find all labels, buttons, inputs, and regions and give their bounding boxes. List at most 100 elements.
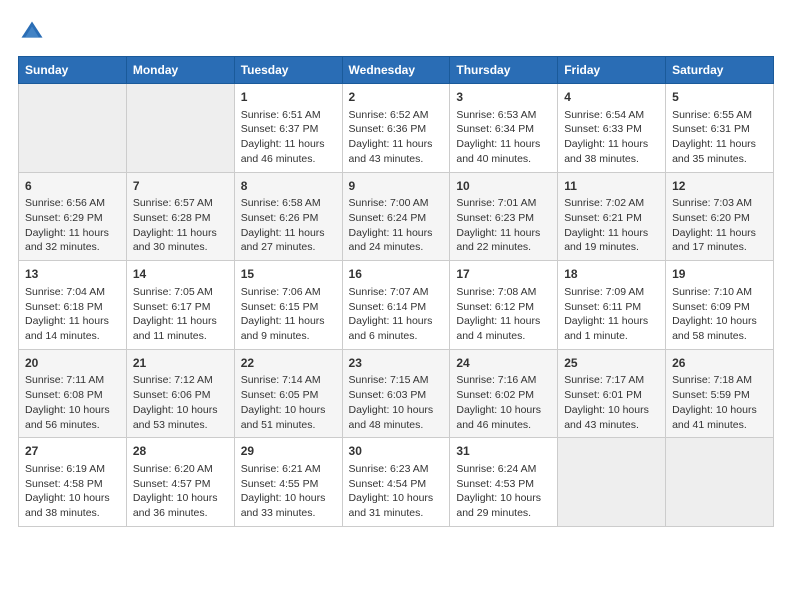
- calendar-cell: 24Sunrise: 7:16 AMSunset: 6:02 PMDayligh…: [450, 349, 558, 438]
- day-number: 25: [564, 355, 659, 372]
- calendar-cell: 23Sunrise: 7:15 AMSunset: 6:03 PMDayligh…: [342, 349, 450, 438]
- calendar-cell: 15Sunrise: 7:06 AMSunset: 6:15 PMDayligh…: [234, 261, 342, 350]
- sunset-text: Sunset: 4:55 PM: [241, 477, 336, 492]
- sunrise-text: Sunrise: 7:17 AM: [564, 373, 659, 388]
- sunrise-text: Sunrise: 7:02 AM: [564, 196, 659, 211]
- sunset-text: Sunset: 6:09 PM: [672, 300, 767, 315]
- calendar-week-row: 27Sunrise: 6:19 AMSunset: 4:58 PMDayligh…: [19, 438, 774, 527]
- sunrise-text: Sunrise: 6:56 AM: [25, 196, 120, 211]
- calendar-cell: [558, 438, 666, 527]
- day-number: 21: [133, 355, 228, 372]
- day-number: 19: [672, 266, 767, 283]
- calendar-cell: 19Sunrise: 7:10 AMSunset: 6:09 PMDayligh…: [666, 261, 774, 350]
- sunset-text: Sunset: 6:03 PM: [349, 388, 444, 403]
- logo: [18, 18, 50, 46]
- daylight-text: Daylight: 10 hours and 51 minutes.: [241, 403, 336, 432]
- calendar-cell: 30 Sunrise: 6:23 AMSunset: 4:54 PMDayligh…: [342, 438, 450, 527]
- daylight-text: Daylight: 10 hours and 43 minutes.: [564, 403, 659, 432]
- calendar-cell: 4Sunrise: 6:54 AMSunset: 6:33 PMDaylight…: [558, 84, 666, 173]
- calendar-cell: 1Sunrise: 6:51 AMSunset: 6:37 PMDaylight…: [234, 84, 342, 173]
- calendar-cell: 2Sunrise: 6:52 AMSunset: 6:36 PMDaylight…: [342, 84, 450, 173]
- daylight-text: Daylight: 11 hours and 32 minutes.: [25, 226, 120, 255]
- sunset-text: Sunset: 4:54 PM: [349, 477, 444, 492]
- calendar-week-row: 13 Sunrise: 7:04 AMSunset: 6:18 PM Dayligh…: [19, 261, 774, 350]
- sunset-text: Sunset: 6:28 PM: [133, 211, 228, 226]
- sunrise-text: Sunrise: 7:11 AM: [25, 373, 120, 388]
- calendar-cell: 31Sunrise: 6:24 AMSunset: 4:53 PMDayligh…: [450, 438, 558, 527]
- sunset-text: Sunset: 6:14 PM: [349, 300, 444, 315]
- calendar-week-row: 1Sunrise: 6:51 AMSunset: 6:37 PMDaylight…: [19, 84, 774, 173]
- day-number: 16: [349, 266, 444, 283]
- daylight-text: Daylight: 11 hours and 38 minutes.: [564, 137, 659, 166]
- sunset-text: Sunset: 4:57 PM: [133, 477, 228, 492]
- calendar-cell: [126, 84, 234, 173]
- sunrise-text: Sunrise: 7:07 AM: [349, 285, 444, 300]
- calendar-table: SundayMondayTuesdayWednesdayThursdayFrid…: [18, 56, 774, 527]
- calendar-cell: 28Sunrise: 6:20 AMSunset: 4:57 PMDayligh…: [126, 438, 234, 527]
- calendar-cell: 12Sunrise: 7:03 AMSunset: 6:20 PMDayligh…: [666, 172, 774, 261]
- daylight-text: Daylight: 11 hours and 9 minutes.: [241, 314, 336, 343]
- logo-icon: [18, 18, 46, 46]
- calendar-cell: 25Sunrise: 7:17 AMSunset: 6:01 PMDayligh…: [558, 349, 666, 438]
- day-number: 1: [241, 89, 336, 106]
- calendar-header-row: SundayMondayTuesdayWednesdayThursdayFrid…: [19, 57, 774, 84]
- sunrise-text: Sunrise: 7:04 AM: [25, 285, 120, 300]
- sunrise-text: Sunrise: 7:05 AM: [133, 285, 228, 300]
- sunrise-text: Sunrise: 7:18 AM: [672, 373, 767, 388]
- daylight-text: Daylight: 11 hours and 30 minutes.: [133, 226, 228, 255]
- sunset-text: Sunset: 6:20 PM: [672, 211, 767, 226]
- daylight-text: Daylight: 11 hours and 46 minutes.: [241, 137, 336, 166]
- daylight-text: Daylight: 10 hours and 31 minutes.: [349, 491, 444, 520]
- day-number: 30: [349, 443, 444, 460]
- sunrise-text: Sunrise: 6:23 AM: [349, 462, 444, 477]
- calendar-cell: 9Sunrise: 7:00 AMSunset: 6:24 PMDaylight…: [342, 172, 450, 261]
- day-number: 31: [456, 443, 551, 460]
- calendar-page: SundayMondayTuesdayWednesdayThursdayFrid…: [0, 0, 792, 612]
- calendar-cell: 27Sunrise: 6:19 AMSunset: 4:58 PMDayligh…: [19, 438, 127, 527]
- sunset-text: Sunset: 6:33 PM: [564, 122, 659, 137]
- day-number: 13: [25, 266, 120, 283]
- day-header-tuesday: Tuesday: [234, 57, 342, 84]
- calendar-cell: 16Sunrise: 7:07 AMSunset: 6:14 PMDayligh…: [342, 261, 450, 350]
- sunset-text: Sunset: 6:01 PM: [564, 388, 659, 403]
- sunrise-text: Sunrise: 6:58 AM: [241, 196, 336, 211]
- sunrise-text: Sunrise: 7:10 AM: [672, 285, 767, 300]
- sunset-text: Sunset: 4:58 PM: [25, 477, 120, 492]
- calendar-cell: 26Sunrise: 7:18 AMSunset: 5:59 PMDayligh…: [666, 349, 774, 438]
- day-header-wednesday: Wednesday: [342, 57, 450, 84]
- sunset-text: Sunset: 6:06 PM: [133, 388, 228, 403]
- sunrise-text: Sunrise: 7:09 AM: [564, 285, 659, 300]
- sunset-text: Sunset: 6:29 PM: [25, 211, 120, 226]
- calendar-cell: 8Sunrise: 6:58 AMSunset: 6:26 PMDaylight…: [234, 172, 342, 261]
- daylight-text: Daylight: 11 hours and 27 minutes.: [241, 226, 336, 255]
- sunset-text: Sunset: 6:12 PM: [456, 300, 551, 315]
- calendar-cell: 22Sunrise: 7:14 AMSunset: 6:05 PMDayligh…: [234, 349, 342, 438]
- day-number: 7: [133, 178, 228, 195]
- sunrise-text: Sunrise: 6:53 AM: [456, 108, 551, 123]
- sunrise-text: Sunrise: 7:15 AM: [349, 373, 444, 388]
- sunset-text: Sunset: 6:34 PM: [456, 122, 551, 137]
- sunset-text: Sunset: 6:15 PM: [241, 300, 336, 315]
- sunrise-text: Sunrise: 6:19 AM: [25, 462, 120, 477]
- daylight-text: Daylight: 11 hours and 11 minutes.: [133, 314, 228, 343]
- day-number: 12: [672, 178, 767, 195]
- sunset-text: Sunset: 6:18 PM: [25, 300, 120, 315]
- day-header-monday: Monday: [126, 57, 234, 84]
- day-number: 11: [564, 178, 659, 195]
- daylight-text: Daylight: 10 hours and 38 minutes.: [25, 491, 120, 520]
- calendar-cell: 17Sunrise: 7:08 AMSunset: 6:12 PMDayligh…: [450, 261, 558, 350]
- sunset-text: Sunset: 6:36 PM: [349, 122, 444, 137]
- calendar-cell: 5Sunrise: 6:55 AMSunset: 6:31 PMDaylight…: [666, 84, 774, 173]
- day-number: 24: [456, 355, 551, 372]
- day-number: 14: [133, 266, 228, 283]
- sunset-text: Sunset: 6:31 PM: [672, 122, 767, 137]
- day-number: 26: [672, 355, 767, 372]
- sunrise-text: Sunrise: 6:54 AM: [564, 108, 659, 123]
- daylight-text: Daylight: 10 hours and 36 minutes.: [133, 491, 228, 520]
- daylight-text: Daylight: 10 hours and 33 minutes.: [241, 491, 336, 520]
- sunset-text: Sunset: 6:23 PM: [456, 211, 551, 226]
- calendar-week-row: 20Sunrise: 7:11 AMSunset: 6:08 PMDayligh…: [19, 349, 774, 438]
- sunrise-text: Sunrise: 7:03 AM: [672, 196, 767, 211]
- day-number: 15: [241, 266, 336, 283]
- calendar-cell: [19, 84, 127, 173]
